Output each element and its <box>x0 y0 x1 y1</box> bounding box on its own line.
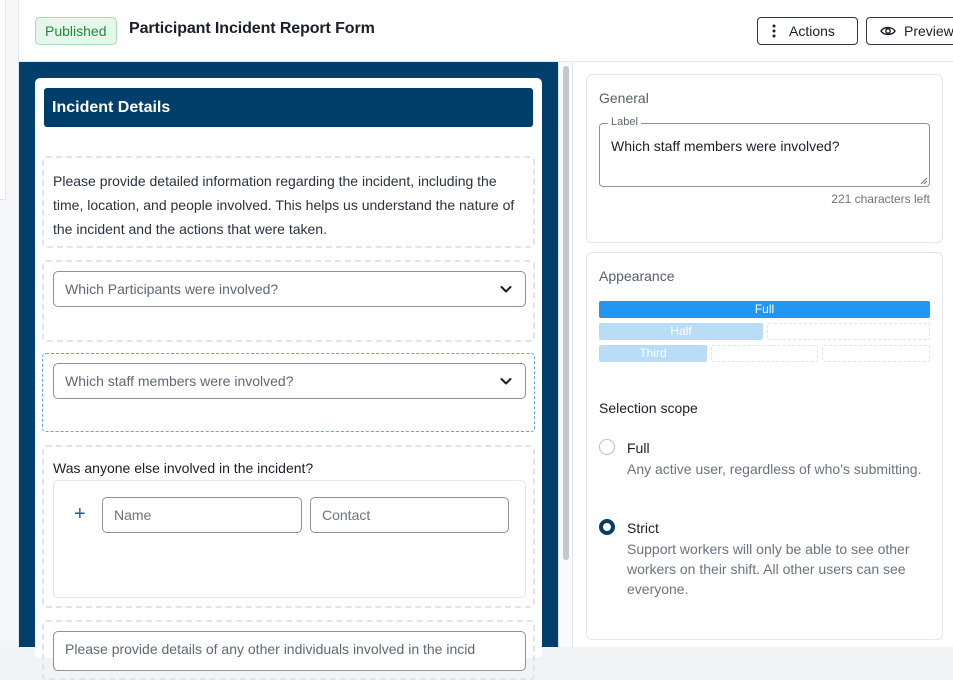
plus-icon[interactable]: + <box>74 504 86 524</box>
staff-select-text: Which staff members were involved? <box>65 373 294 389</box>
contact-placeholder: Contact <box>322 507 371 523</box>
label-field[interactable]: Label Which staff members were involved? <box>599 116 930 187</box>
general-title: General <box>599 90 649 106</box>
participants-select-text: Which Participants were involved? <box>65 281 279 297</box>
scrollbar-thumb[interactable] <box>563 66 569 560</box>
left-gutter <box>0 0 19 647</box>
name-input[interactable]: Name <box>102 497 302 533</box>
actions-label: Actions <box>789 23 835 39</box>
scope-strict-label[interactable]: Strict <box>627 520 659 536</box>
width-option-third[interactable]: Third <box>599 345 707 362</box>
appearance-title: Appearance <box>599 268 675 284</box>
preview-label: Preview <box>904 23 953 39</box>
participants-block[interactable]: Which Participants were involved? <box>42 260 535 342</box>
form-canvas: Incident Details Please provide detailed… <box>19 62 558 680</box>
form-builder-app: Published Participant Incident Report Fo… <box>0 0 953 680</box>
width-slot <box>822 345 930 362</box>
scope-full-label[interactable]: Full <box>627 440 650 456</box>
contact-input[interactable]: Contact <box>310 497 509 533</box>
description-text: Please provide detailed information rega… <box>53 173 515 237</box>
canvas-scrollbar[interactable] <box>558 62 573 647</box>
appearance-panel: Appearance Full Half Third Selection sco… <box>586 252 943 640</box>
sidebar-edge <box>0 0 6 200</box>
status-badge: Published <box>35 17 117 45</box>
details-block[interactable]: Please provide details of any other indi… <box>42 620 535 680</box>
description-block[interactable]: Please provide detailed information rega… <box>42 156 535 248</box>
section-header[interactable]: Incident Details <box>44 88 533 127</box>
preview-button[interactable]: Preview <box>866 17 953 45</box>
selection-scope-title: Selection scope <box>599 400 698 416</box>
chevron-down-icon <box>500 378 512 385</box>
details-textarea[interactable]: Please provide details of any other indi… <box>53 631 526 671</box>
page-title: Participant Incident Report Form <box>129 20 375 37</box>
scope-full-radio[interactable] <box>599 439 615 455</box>
width-option-full[interactable]: Full <box>599 301 930 318</box>
staff-block[interactable]: Which staff members were involved? <box>42 353 535 432</box>
name-placeholder: Name <box>114 507 152 523</box>
form-card: Incident Details Please provide detailed… <box>35 78 542 680</box>
scope-strict-description: Support workers will only be able to see… <box>627 541 910 597</box>
properties-panel: General Label Which staff members were i… <box>573 62 953 647</box>
scope-full-description: Any active user, regardless of who's sub… <box>627 461 922 477</box>
width-slot <box>711 345 818 362</box>
staff-select[interactable]: Which staff members were involved? <box>53 363 526 399</box>
label-legend: Label <box>608 116 641 128</box>
others-question: Was anyone else involved in the incident… <box>53 460 314 476</box>
participants-select[interactable]: Which Participants were involved? <box>53 271 526 307</box>
others-repeater: + Name Contact <box>53 480 526 598</box>
header-bar: Published Participant Incident Report Fo… <box>19 0 953 62</box>
details-placeholder: Please provide details of any other indi… <box>65 641 476 657</box>
eye-icon <box>880 26 896 36</box>
actions-button[interactable]: Actions <box>757 17 858 45</box>
kebab-menu-icon <box>772 24 776 38</box>
general-panel: General Label Which staff members were i… <box>586 74 943 243</box>
scope-strict-radio[interactable] <box>599 519 615 535</box>
resize-handle-icon[interactable] <box>920 177 928 185</box>
chevron-down-icon <box>500 286 512 293</box>
others-block[interactable]: Was anyone else involved in the incident… <box>42 445 535 608</box>
label-value: Which staff members were involved? <box>611 138 840 154</box>
width-option-half[interactable]: Half <box>599 323 763 340</box>
width-slot <box>767 323 930 340</box>
chars-left: 221 characters left <box>831 192 930 206</box>
